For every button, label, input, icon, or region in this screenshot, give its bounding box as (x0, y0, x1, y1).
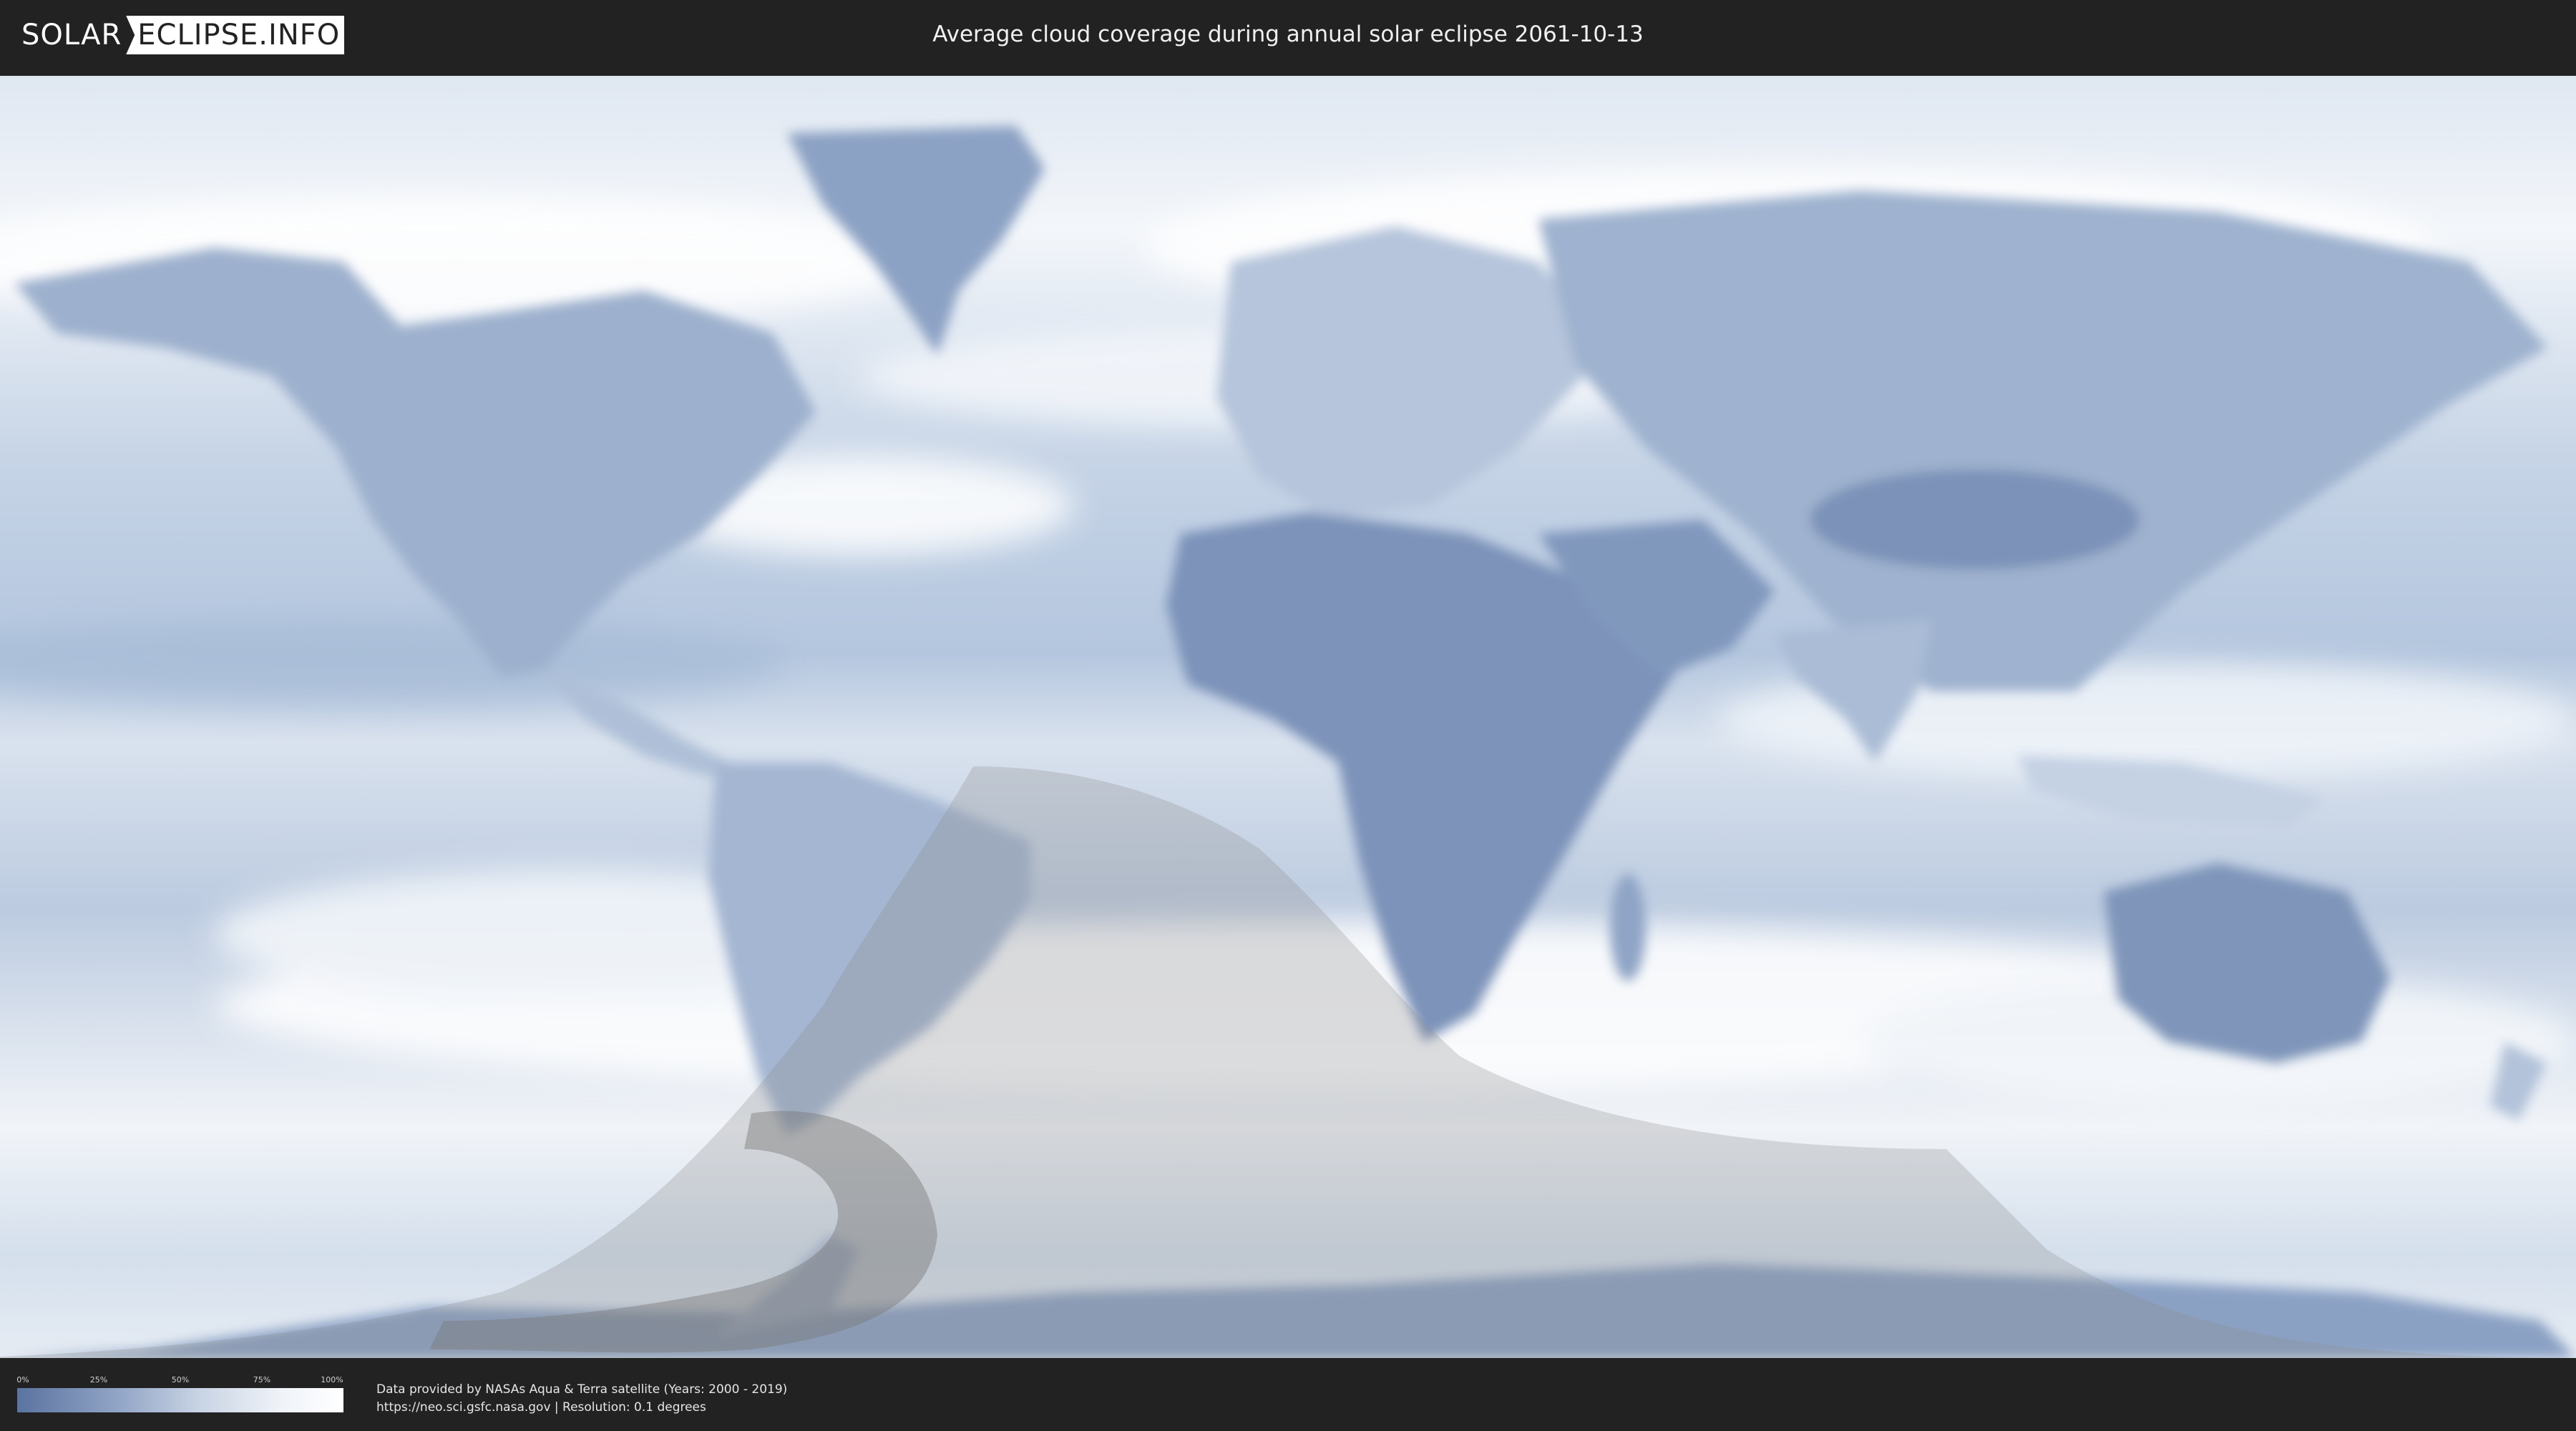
page: SOLAR ECLIPSE.INFO Average cloud coverag… (0, 0, 2576, 1431)
cloud-coverage-map[interactable] (0, 76, 2576, 1358)
footer-bar: 0% 25% 50% 75% 100% Data provided by NAS… (0, 1358, 2576, 1431)
world-map-svg (0, 76, 2576, 1358)
legend-tick-50: 50% (171, 1375, 190, 1384)
cloud-coverage-legend: 0% 25% 50% 75% 100% (16, 1375, 343, 1428)
page-title: Average cloud coverage during annual sol… (932, 21, 1644, 47)
legend-tick-75: 75% (253, 1375, 271, 1384)
header-bar: SOLAR ECLIPSE.INFO Average cloud coverag… (0, 0, 2576, 72)
data-credits: Data provided by NASAs Aqua & Terra sate… (376, 1381, 787, 1417)
credits-line-source: Data provided by NASAs Aqua & Terra sate… (376, 1382, 788, 1397)
land-madagascar (1610, 874, 1646, 981)
legend-tick-100: 100% (321, 1375, 343, 1384)
credits-line-url: https://neo.sci.gsfc.nasa.gov | Resoluti… (376, 1400, 706, 1415)
land-tibet (1810, 469, 2140, 570)
legend-tick-25: 25% (89, 1375, 108, 1384)
legend-tick-0: 0% (16, 1375, 29, 1384)
legend-gradient-bar (17, 1388, 343, 1412)
